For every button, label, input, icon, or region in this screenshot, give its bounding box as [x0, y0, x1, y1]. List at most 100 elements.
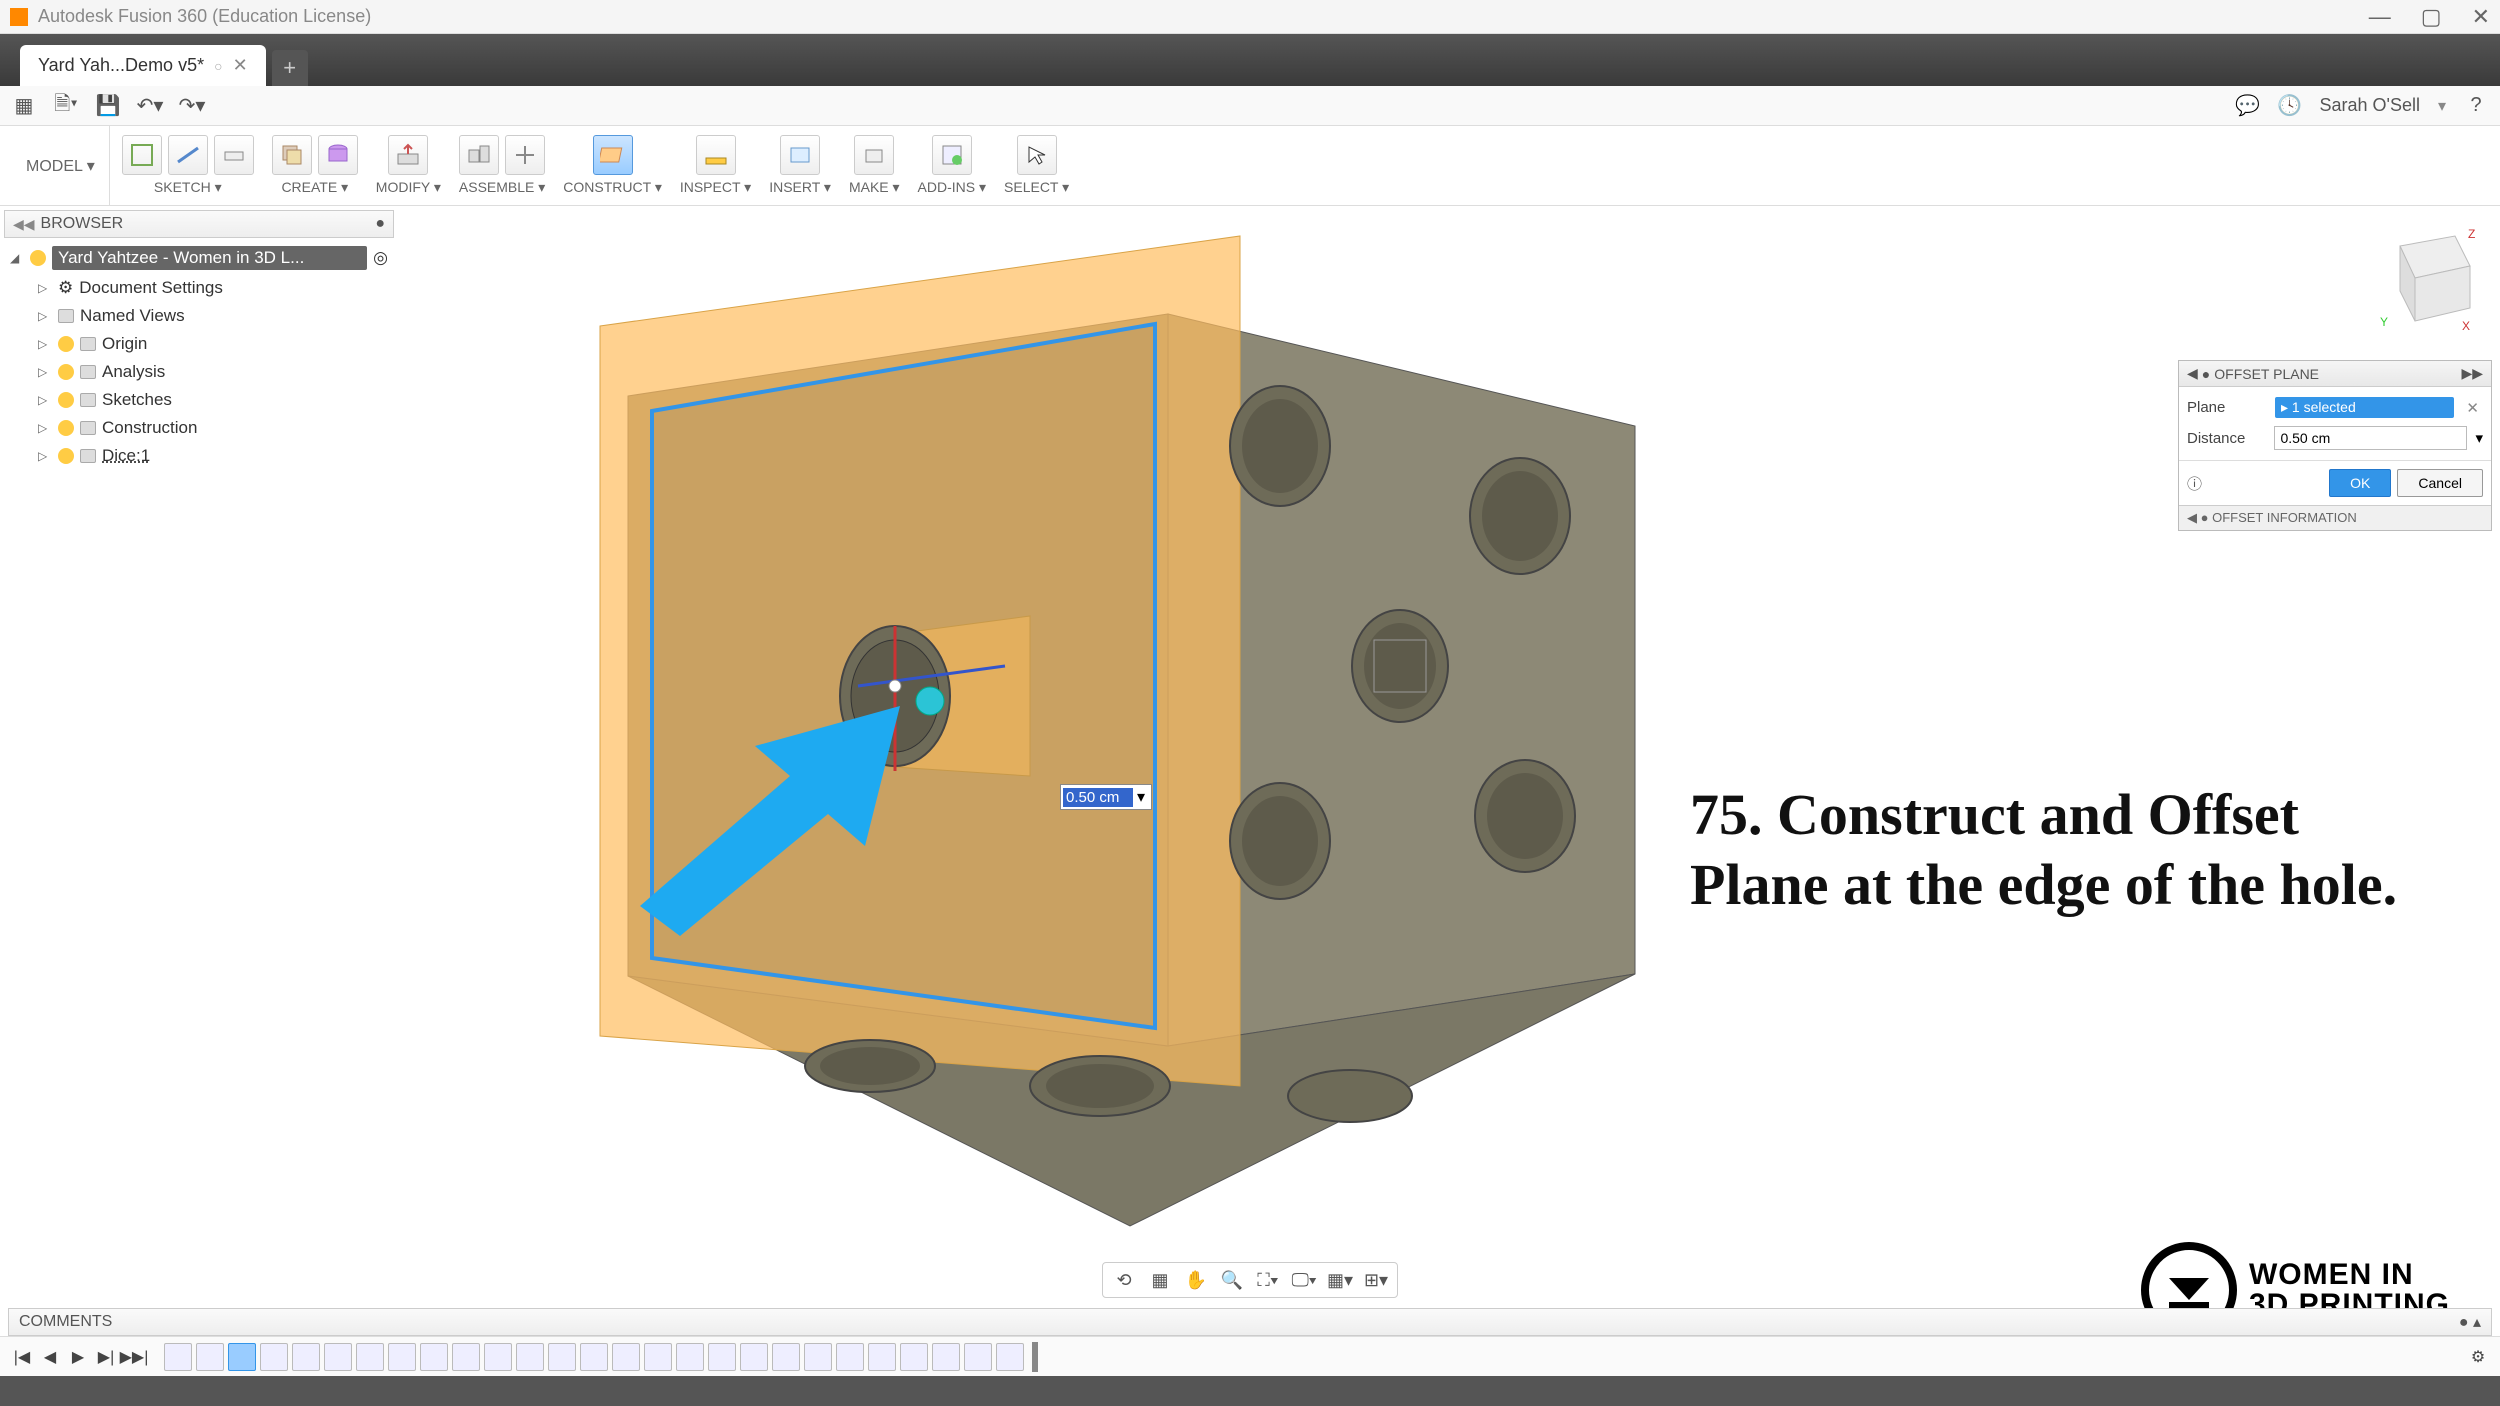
maximize-button[interactable]: ▢	[2421, 4, 2442, 30]
timeline-feature[interactable]	[996, 1343, 1024, 1371]
timeline-feature[interactable]	[740, 1343, 768, 1371]
orbit-icon[interactable]: ⟲	[1111, 1267, 1137, 1293]
redo-icon[interactable]: ↷▾	[180, 94, 204, 118]
clear-selection-icon[interactable]: ✕	[2462, 399, 2483, 417]
timeline-settings-icon[interactable]: ⚙	[2466, 1345, 2490, 1369]
timeline-feature[interactable]	[388, 1343, 416, 1371]
tree-root-target-icon[interactable]: ◎	[373, 248, 388, 268]
offset-information-header[interactable]: ◀ ● OFFSET INFORMATION	[2179, 505, 2491, 530]
construct-plane-icon[interactable]	[593, 135, 633, 175]
browser-collapse-icon[interactable]: ◀◀	[13, 216, 35, 233]
distance-input[interactable]	[1063, 788, 1133, 807]
timeline-feature[interactable]	[868, 1343, 896, 1371]
addins-tool-icon[interactable]	[932, 135, 972, 175]
workspace-switcher[interactable]: MODEL ▾	[12, 126, 110, 205]
modify-tool-icon[interactable]	[388, 135, 428, 175]
minimize-button[interactable]: —	[2369, 4, 2391, 30]
visibility-icon[interactable]	[58, 364, 74, 380]
close-button[interactable]: ✕	[2472, 4, 2490, 30]
timeline-next-icon[interactable]: ▶|	[94, 1345, 118, 1369]
panel-header[interactable]: ◀●OFFSET PLANE▶▶	[2179, 361, 2491, 387]
inspect-tool-icon[interactable]	[696, 135, 736, 175]
timeline-feature[interactable]	[708, 1343, 736, 1371]
display-icon[interactable]: 🖵▾	[1291, 1267, 1317, 1293]
viewport-icon[interactable]: ⊞▾	[1363, 1267, 1389, 1293]
insert-tool-icon[interactable]	[780, 135, 820, 175]
visibility-icon[interactable]	[58, 420, 74, 436]
timeline-feature[interactable]	[580, 1343, 608, 1371]
sketch-tool-icon[interactable]	[122, 135, 162, 175]
plane-selection[interactable]: ▸ 1 selected	[2275, 397, 2454, 418]
timeline-feature[interactable]	[164, 1343, 192, 1371]
timeline-feature[interactable]	[516, 1343, 544, 1371]
timeline-feature[interactable]	[964, 1343, 992, 1371]
tree-item-document-settings[interactable]: ▷⚙Document Settings	[4, 274, 394, 302]
zoom-icon[interactable]: 🔍	[1219, 1267, 1245, 1293]
create-box-icon[interactable]	[272, 135, 312, 175]
visibility-icon[interactable]	[58, 448, 74, 464]
timeline-feature[interactable]	[548, 1343, 576, 1371]
timeline-feature[interactable]	[612, 1343, 640, 1371]
document-tab[interactable]: Yard Yah...Demo v5* ○ ✕	[20, 45, 266, 86]
assemble-tool1-icon[interactable]	[459, 135, 499, 175]
ok-button[interactable]: OK	[2329, 469, 2391, 497]
fit-icon[interactable]: ⛶▾	[1255, 1267, 1281, 1293]
grid-icon[interactable]: ▦▾	[1327, 1267, 1353, 1293]
timeline-feature[interactable]	[900, 1343, 928, 1371]
distance-dropdown-icon[interactable]: ▾	[2475, 429, 2483, 447]
timeline-feature[interactable]	[292, 1343, 320, 1371]
visibility-icon[interactable]	[30, 250, 46, 266]
tree-item-named-views[interactable]: ▷Named Views	[4, 302, 394, 330]
job-status-icon[interactable]: 🕓	[2277, 94, 2301, 118]
timeline-feature[interactable]	[676, 1343, 704, 1371]
distance-input-float[interactable]: ▾	[1060, 784, 1152, 810]
expand-icon[interactable]: ◢	[10, 251, 24, 265]
timeline-feature[interactable]	[196, 1343, 224, 1371]
visibility-icon[interactable]	[58, 336, 74, 352]
timeline-feature[interactable]	[420, 1343, 448, 1371]
tree-item-sketches[interactable]: ▷Sketches	[4, 386, 394, 414]
tree-item-analysis[interactable]: ▷Analysis	[4, 358, 394, 386]
browser-toggle-icon[interactable]: ●	[375, 215, 385, 233]
tab-close-icon[interactable]: ✕	[233, 55, 248, 76]
timeline-play-icon[interactable]: ▶	[66, 1345, 90, 1369]
timeline-feature[interactable]	[932, 1343, 960, 1371]
new-tab-button[interactable]: +	[272, 50, 308, 86]
timeline-prev-icon[interactable]: ◀	[38, 1345, 62, 1369]
info-icon[interactable]: ⓘ	[2187, 473, 2202, 494]
pan-icon[interactable]: ✋	[1183, 1267, 1209, 1293]
distance-dropdown-icon[interactable]: ▾	[1133, 787, 1149, 807]
undo-icon[interactable]: ↶▾	[138, 94, 162, 118]
save-icon[interactable]: 💾	[96, 94, 120, 118]
timeline-feature[interactable]	[804, 1343, 832, 1371]
select-tool-icon[interactable]	[1017, 135, 1057, 175]
data-panel-icon[interactable]: ▦	[12, 94, 36, 118]
timeline-feature[interactable]	[452, 1343, 480, 1371]
distance-field[interactable]	[2274, 426, 2467, 450]
file-menu-icon[interactable]: 🗎▾	[54, 94, 78, 118]
timeline-feature[interactable]	[484, 1343, 512, 1371]
user-menu-caret[interactable]: ▾	[2438, 96, 2446, 116]
notifications-icon[interactable]: 💬	[2235, 94, 2259, 118]
assemble-tool2-icon[interactable]	[505, 135, 545, 175]
sketch-tool2-icon[interactable]	[168, 135, 208, 175]
timeline-feature[interactable]	[324, 1343, 352, 1371]
comments-bar[interactable]: COMMENTS ● ▴	[8, 1308, 2492, 1336]
comments-toggle-icon[interactable]: ● ▴	[2459, 1312, 2481, 1332]
user-menu[interactable]: Sarah O'Sell	[2319, 95, 2420, 116]
look-icon[interactable]: ▦	[1147, 1267, 1173, 1293]
timeline-feature[interactable]	[356, 1343, 384, 1371]
browser-header[interactable]: ◀◀ BROWSER ●	[4, 210, 394, 238]
help-icon[interactable]: ?	[2464, 94, 2488, 118]
timeline-feature[interactable]	[772, 1343, 800, 1371]
create-cylinder-icon[interactable]	[318, 135, 358, 175]
viewcube[interactable]: Z Y X	[2370, 226, 2480, 336]
tree-item-construction[interactable]: ▷Construction	[4, 414, 394, 442]
timeline-feature[interactable]	[836, 1343, 864, 1371]
tree-item-origin[interactable]: ▷Origin	[4, 330, 394, 358]
cancel-button[interactable]: Cancel	[2397, 469, 2483, 497]
timeline-feature[interactable]	[260, 1343, 288, 1371]
visibility-icon[interactable]	[58, 392, 74, 408]
make-tool-icon[interactable]	[854, 135, 894, 175]
timeline-start-icon[interactable]: |◀	[10, 1345, 34, 1369]
